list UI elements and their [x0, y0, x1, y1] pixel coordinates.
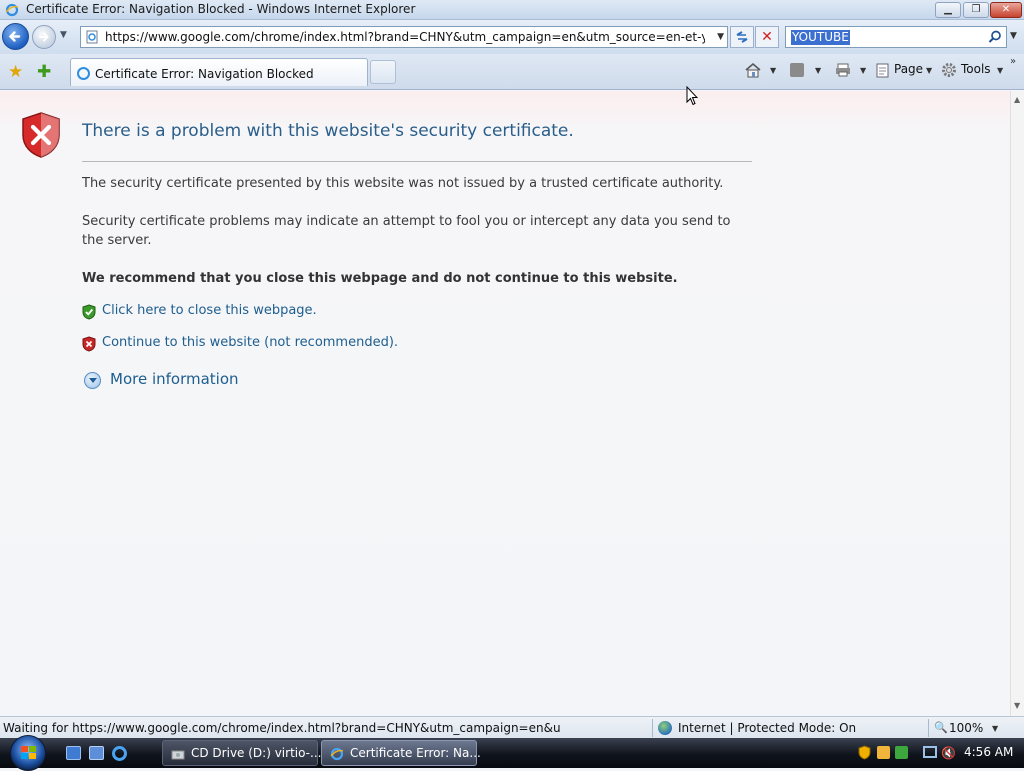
mouse-cursor-icon: [686, 86, 698, 106]
tools-menu-button[interactable]: Tools: [961, 62, 991, 76]
taskbar-ie-label: Certificate Error: Na...: [350, 746, 481, 760]
new-tab-button[interactable]: [370, 60, 396, 84]
show-desktop-icon[interactable]: [66, 746, 81, 760]
close-window-button[interactable]: ✕: [990, 2, 1022, 18]
back-button[interactable]: [2, 23, 29, 50]
chevron-more-icon[interactable]: »: [1010, 56, 1016, 67]
zoom-icon: 🔍: [934, 721, 948, 734]
address-url-text[interactable]: https://www.google.com/chrome/index.html…: [105, 30, 705, 44]
search-provider-dropdown[interactable]: ▼: [1010, 31, 1017, 41]
tab-command-bar: ★ ✚ Certificate Error: Navigation Blocke…: [0, 54, 1024, 90]
status-divider: [652, 719, 653, 737]
taskbar-cd-drive[interactable]: CD Drive (D:) virtio-...: [162, 740, 322, 766]
tray-app-icon[interactable]: [895, 746, 908, 759]
security-center-shield-icon[interactable]: [858, 745, 871, 760]
feeds-icon[interactable]: [790, 63, 804, 77]
recent-pages-dropdown[interactable]: ▼: [60, 30, 67, 40]
home-dropdown[interactable]: ▼: [770, 66, 776, 75]
window-title-bar: Certificate Error: Navigation Blocked - …: [0, 0, 1024, 20]
system-clock[interactable]: 4:56 AM: [964, 745, 1013, 759]
window-title: Certificate Error: Navigation Blocked - …: [26, 2, 416, 16]
security-zone-text[interactable]: Internet | Protected Mode: On: [678, 721, 856, 735]
zoom-level[interactable]: 100%: [949, 721, 983, 735]
vertical-scrollbar[interactable]: ▲ ▼: [1010, 91, 1024, 716]
address-dropdown[interactable]: ▼: [717, 32, 724, 42]
page-menu-dropdown[interactable]: ▼: [926, 66, 932, 75]
maximize-button[interactable]: ❐: [963, 2, 989, 18]
internet-explorer-icon: [330, 747, 344, 761]
minimize-button[interactable]: ▁: [935, 2, 961, 18]
red-shield-x-icon: [22, 112, 60, 158]
add-favorites-icon[interactable]: ✚: [37, 62, 51, 82]
scroll-up-arrow-icon[interactable]: ▲: [1014, 95, 1020, 104]
loading-icon: [77, 67, 90, 80]
tab-label: Certificate Error: Navigation Blocked: [95, 67, 314, 81]
recommendation-text: We recommend that you close this webpage…: [82, 271, 678, 286]
stop-button[interactable]: ✕: [755, 26, 779, 48]
cert-explanation-text: The security certificate presented by th…: [82, 176, 724, 191]
windows-start-orb[interactable]: [10, 735, 46, 771]
network-icon[interactable]: [923, 746, 937, 758]
internet-explorer-icon[interactable]: [112, 746, 127, 761]
volume-muted-icon[interactable]: 🔇: [941, 746, 956, 760]
home-icon[interactable]: [744, 62, 762, 78]
navigation-bar: ▼ https://www.google.com/chrome/index.ht…: [0, 20, 1024, 54]
status-text: Waiting for https://www.google.com/chrom…: [3, 721, 561, 735]
switch-windows-icon[interactable]: [89, 746, 104, 760]
refresh-icon: [736, 31, 748, 43]
red-shield-x-icon: [82, 336, 96, 352]
page-menu-icon: [876, 63, 889, 78]
search-icon[interactable]: [988, 30, 1002, 44]
forward-arrow-icon: [39, 32, 49, 42]
expand-chevron-icon: [84, 372, 101, 389]
print-dropdown[interactable]: ▼: [860, 66, 866, 75]
stop-icon: ✕: [761, 29, 773, 45]
taskbar-internet-explorer[interactable]: Certificate Error: Na...: [321, 740, 481, 766]
status-bar: Waiting for https://www.google.com/chrom…: [0, 716, 1024, 738]
globe-icon: [658, 721, 672, 735]
tray-app-icon[interactable]: [877, 746, 890, 759]
scroll-down-arrow-icon[interactable]: ▼: [1014, 701, 1020, 710]
tab-certificate-error[interactable]: Certificate Error: Navigation Blocked: [70, 58, 368, 86]
search-input-value[interactable]: YOUTUBE: [791, 30, 850, 45]
back-arrow-icon: [8, 31, 21, 42]
tools-gear-icon: [942, 63, 956, 77]
continue-website-link[interactable]: Continue to this website (not recommende…: [102, 335, 398, 350]
print-icon[interactable]: [835, 63, 851, 77]
windows-taskbar: CD Drive (D:) virtio-... Certificate Err…: [0, 735, 1024, 771]
taskbar-cd-label: CD Drive (D:) virtio-...: [191, 746, 322, 760]
cert-warning-text: Security certificate problems may indica…: [82, 214, 731, 248]
close-webpage-link[interactable]: Click here to close this webpage.: [102, 303, 317, 318]
favorites-star-icon[interactable]: ★: [8, 62, 23, 82]
certificate-error-page: There is a problem with this website's s…: [0, 91, 1010, 716]
tools-menu-dropdown[interactable]: ▼: [997, 66, 1003, 75]
feeds-dropdown[interactable]: ▼: [815, 66, 821, 75]
refresh-button[interactable]: [730, 26, 754, 48]
cd-drive-icon: [171, 750, 185, 760]
status-divider: [928, 719, 929, 737]
more-information-label[interactable]: More information: [110, 370, 239, 388]
address-bar[interactable]: https://www.google.com/chrome/index.html…: [80, 26, 728, 48]
forward-button[interactable]: [32, 25, 56, 49]
page-menu-button[interactable]: Page: [894, 62, 923, 76]
green-shield-check-icon: [82, 304, 96, 320]
windows-flag-icon: [21, 746, 36, 759]
page-title: There is a problem with this website's s…: [82, 121, 574, 141]
page-icon: [86, 30, 98, 44]
zoom-dropdown[interactable]: ▼: [992, 724, 998, 733]
search-box[interactable]: YOUTUBE: [785, 26, 1007, 48]
title-divider: [82, 161, 752, 162]
internet-explorer-icon: [5, 3, 19, 17]
